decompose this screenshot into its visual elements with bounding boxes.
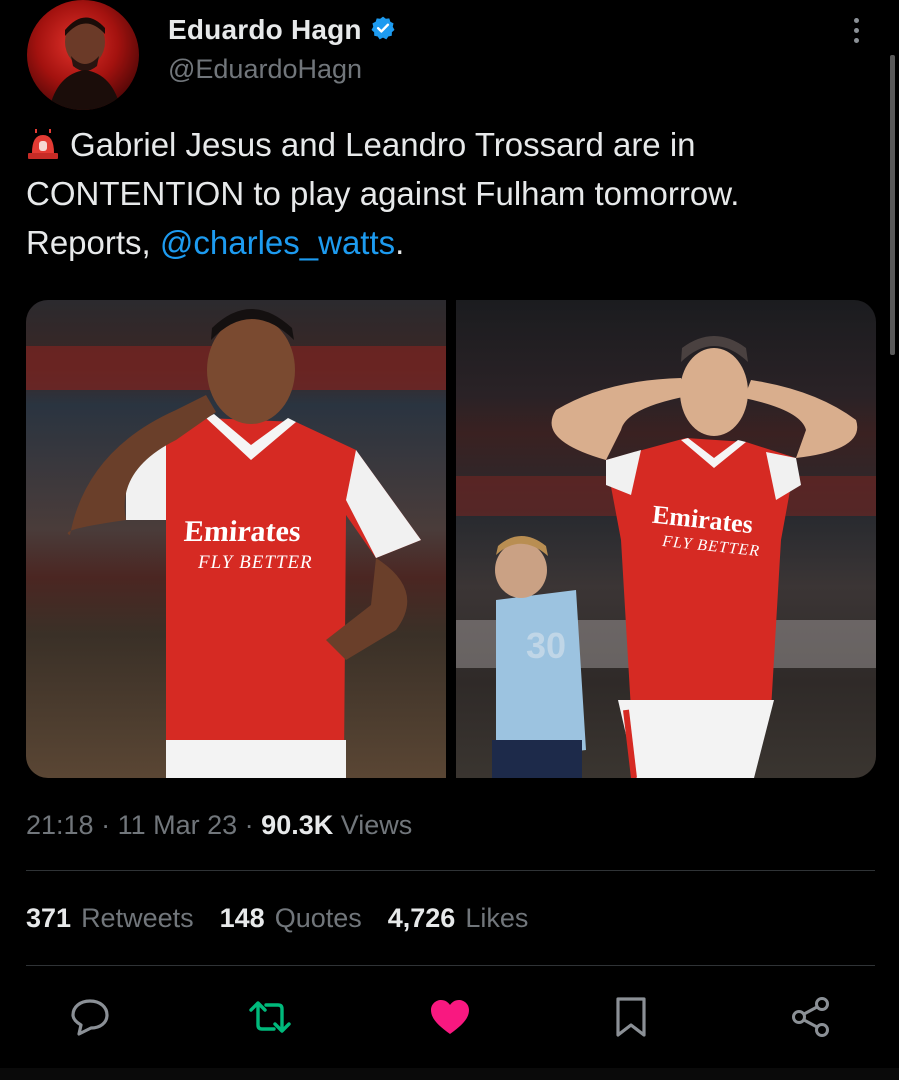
shirt-number: 30 (526, 625, 567, 666)
author-display-name[interactable]: Eduardo Hagn (168, 14, 362, 46)
media-photo-2[interactable]: Emirates FLY BETTER 30 (456, 300, 876, 778)
retweets-label: Retweets (81, 903, 194, 933)
tweet-date[interactable]: 11 Mar 23 (118, 810, 238, 840)
tweet-body-end: . (395, 224, 405, 261)
quotes-count: 148 (219, 903, 265, 933)
reply-icon[interactable] (68, 995, 112, 1039)
divider (26, 965, 875, 966)
tweet-media[interactable]: Emirates FLY BETTER Emirates FLY BETTER … (26, 300, 876, 778)
scrollbar[interactable] (890, 55, 895, 355)
siren-icon (26, 123, 60, 159)
author-name-row[interactable]: Eduardo Hagn (168, 14, 396, 46)
shirt-sponsor: Emirates (182, 515, 302, 548)
meta-separator: · (101, 810, 118, 840)
like-icon[interactable] (428, 995, 472, 1039)
retweets-stat[interactable]: 371 Retweets (26, 903, 194, 934)
engagement-stats: 371 Retweets 148 Quotes 4,726 Likes (26, 903, 554, 934)
shirt-tagline: FLY BETTER (198, 552, 313, 573)
views-count: 90.3K (261, 810, 334, 840)
retweet-icon[interactable] (248, 995, 292, 1039)
mention-link[interactable]: @charles_watts (160, 224, 395, 261)
quotes-label: Quotes (274, 903, 362, 933)
meta-separator: · (244, 810, 262, 840)
media-photo-1[interactable]: Emirates FLY BETTER (26, 300, 446, 778)
retweets-count: 371 (26, 903, 72, 933)
share-icon[interactable] (789, 995, 833, 1039)
tweet-text: Gabriel Jesus and Leandro Trossard are i… (26, 120, 866, 267)
more-icon[interactable] (846, 18, 866, 48)
quotes-stat[interactable]: 148 Quotes (220, 903, 362, 934)
likes-count: 4,726 (387, 903, 456, 933)
author-handle[interactable]: @EduardoHagn (168, 54, 362, 85)
tweet-time[interactable]: 21:18 (26, 810, 94, 840)
tweet-meta: 21:18 · 11 Mar 23 · 90.3K Views (26, 810, 412, 841)
likes-label: Likes (465, 903, 529, 933)
bookmark-icon[interactable] (609, 995, 653, 1039)
verified-badge-icon (370, 15, 396, 46)
bottom-edge (0, 1068, 899, 1080)
likes-stat[interactable]: 4,726 Likes (388, 903, 529, 934)
avatar[interactable] (27, 0, 139, 110)
divider (26, 870, 875, 871)
views-label: Views (340, 810, 413, 840)
